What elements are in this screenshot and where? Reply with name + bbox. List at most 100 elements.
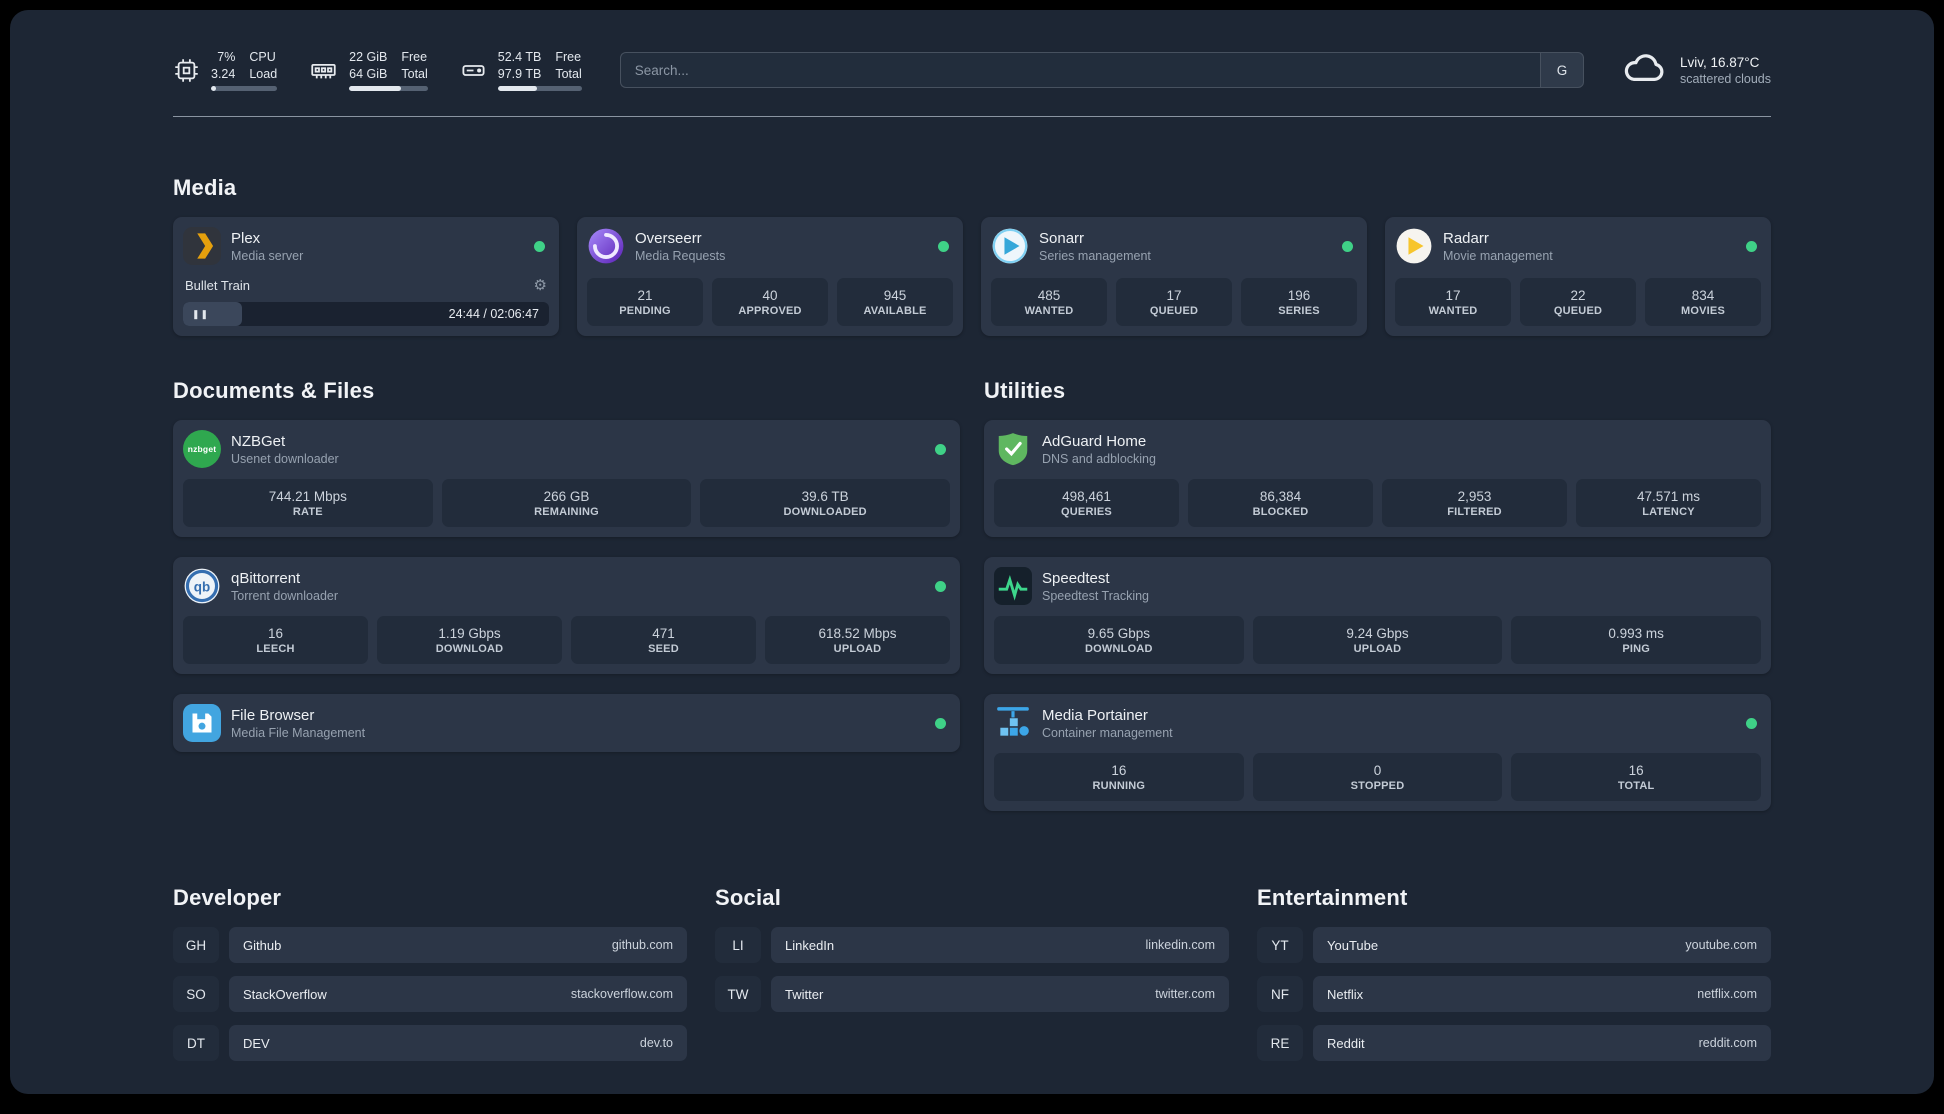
service-desc: Movie management — [1443, 248, 1553, 263]
section-title-social: Social — [715, 885, 782, 910]
stat-approved: 40 APPROVED — [712, 278, 828, 326]
stat-download: 1.19 Gbps DOWNLOAD — [377, 616, 562, 664]
stat-label: SERIES — [1278, 304, 1320, 317]
disk-progress — [497, 86, 582, 92]
stat-label: RATE — [292, 505, 323, 518]
stat-running: 16 RUNNING — [994, 753, 1244, 801]
section-developer: Developer GH Github github.com SO StackO… — [173, 885, 687, 1061]
memory-total-label: Total — [401, 66, 428, 81]
bookmark-stackoverflow[interactable]: SO StackOverflow stackoverflow.com — [173, 976, 687, 1012]
card-plex: Plex Media server Bullet Train ⚙ ❚❚ 24:4… — [173, 217, 559, 336]
stat-ping: 0.993 ms PING — [1511, 616, 1761, 664]
stat-value: 618.52 Mbps — [818, 625, 897, 641]
stat-value: 2,953 — [1457, 488, 1492, 504]
memory-icon — [309, 57, 338, 84]
player-progress-bar[interactable]: ❚❚ 24:44 / 02:06:47 — [183, 302, 549, 326]
card-adguard: AdGuard Home DNS and adblocking 498,461 … — [984, 420, 1771, 537]
bookmark-netflix[interactable]: NF Netflix netflix.com — [1257, 976, 1771, 1012]
pause-icon[interactable]: ❚❚ — [192, 309, 209, 320]
disk-free-value: 52.4 TB — [497, 49, 542, 64]
bookmark-abbr: LI — [715, 927, 761, 963]
card-nzbget: nzbget NZBGet Usenet downloader 744.21 M… — [173, 420, 960, 537]
status-dot — [1746, 717, 1757, 729]
status-dot — [534, 240, 545, 252]
stat-label: STOPPED — [1350, 779, 1405, 792]
service-adguard[interactable]: AdGuard Home DNS and adblocking — [994, 430, 1761, 468]
bookmark-twitter[interactable]: TW Twitter twitter.com — [715, 976, 1229, 1012]
stat-filtered: 2,953 FILTERED — [1382, 479, 1567, 527]
stat-value: 744.21 Mbps — [268, 488, 347, 504]
service-speedtest[interactable]: Speedtest Speedtest Tracking — [994, 567, 1761, 605]
bookmark-youtube[interactable]: YT YouTube youtube.com — [1257, 927, 1771, 963]
stat-value: 17 — [1445, 287, 1461, 303]
service-overseerr[interactable]: Overseerr Media Requests — [587, 227, 953, 265]
stat-label: WANTED — [1024, 304, 1074, 317]
search-input[interactable] — [619, 52, 1540, 88]
section-title-entertainment: Entertainment — [1257, 885, 1408, 910]
section-documents: Documents & Files nzbget NZBGet Usenet d… — [173, 378, 960, 752]
bookmark-name: StackOverflow — [243, 986, 327, 1002]
stat-value: 945 — [883, 287, 907, 303]
bookmark-abbr: DT — [173, 1025, 219, 1061]
service-portainer[interactable]: Media Portainer Container management — [994, 704, 1761, 742]
stat-value: 9.65 Gbps — [1087, 625, 1150, 641]
weather-widget[interactable]: Lviv, 16.87°C scattered clouds — [1622, 51, 1771, 90]
bookmark-url: linkedin.com — [1145, 938, 1215, 952]
stat-label: DOWNLOAD — [1085, 642, 1153, 655]
service-radarr[interactable]: Radarr Movie management — [1395, 227, 1761, 265]
service-desc: DNS and adblocking — [1042, 451, 1156, 466]
service-name: AdGuard Home — [1042, 432, 1147, 450]
stat-label: LATENCY — [1642, 505, 1695, 518]
resource-cpu: 7% 3.24 CPU Load — [173, 49, 278, 92]
stat-value: 86,384 — [1259, 488, 1302, 504]
adguard-shield-icon — [994, 430, 1032, 468]
stat-value: 0 — [1373, 762, 1382, 778]
filebrowser-icon — [183, 704, 221, 742]
bookmark-linkedin[interactable]: LI LinkedIn linkedin.com — [715, 927, 1229, 963]
memory-total-value: 64 GiB — [349, 66, 388, 81]
service-nzbget[interactable]: nzbget NZBGet Usenet downloader — [183, 430, 950, 468]
service-name: Media Portainer — [1042, 706, 1148, 724]
cpu-icon — [173, 57, 200, 84]
bookmark-dev[interactable]: DT DEV dev.to — [173, 1025, 687, 1061]
service-desc: Speedtest Tracking — [1042, 588, 1150, 603]
stat-label: APPROVED — [738, 304, 802, 317]
search-provider-button[interactable]: G — [1539, 52, 1584, 88]
stat-value: 9.24 Gbps — [1346, 625, 1409, 641]
service-desc: Torrent downloader — [231, 588, 339, 603]
stat-rate: 744.21 Mbps RATE — [183, 479, 433, 527]
bookmark-reddit[interactable]: RE Reddit reddit.com — [1257, 1025, 1771, 1061]
stat-queued: 17 QUEUED — [1116, 278, 1232, 326]
bookmark-abbr: RE — [1257, 1025, 1303, 1061]
service-sonarr[interactable]: Sonarr Series management — [991, 227, 1357, 265]
service-qbittorrent[interactable]: qb qBittorrent Torrent downloader — [183, 567, 950, 605]
nzbget-icon: nzbget — [183, 430, 221, 468]
service-desc: Media server — [231, 248, 304, 263]
resource-widgets: 7% 3.24 CPU Load 22 GiB 64 GiB Free Tota… — [173, 49, 582, 92]
stat-label: PING — [1622, 642, 1651, 655]
resource-memory: 22 GiB 64 GiB Free Total — [309, 49, 428, 92]
status-dot — [938, 240, 949, 252]
section-title-developer: Developer — [173, 885, 282, 910]
stat-value: 196 — [1287, 287, 1311, 303]
bookmark-url: youtube.com — [1685, 938, 1757, 952]
player-time: 24:44 / 02:06:47 — [448, 307, 539, 321]
stat-value: 0.993 ms — [1608, 625, 1664, 641]
bookmark-github[interactable]: GH Github github.com — [173, 927, 687, 963]
service-filebrowser[interactable]: File Browser Media File Management — [183, 704, 950, 742]
card-speedtest: Speedtest Speedtest Tracking 9.65 Gbps D… — [984, 557, 1771, 674]
bookmark-url: github.com — [611, 938, 673, 952]
cloud-icon — [1622, 51, 1668, 90]
stat-remaining: 266 GB REMAINING — [441, 479, 692, 527]
disk-icon — [460, 57, 487, 84]
bookmark-abbr: SO — [173, 976, 219, 1012]
stat-label: TOTAL — [1617, 779, 1655, 792]
stat-upload: 9.24 Gbps UPLOAD — [1252, 616, 1503, 664]
stat-value: 47.571 ms — [1636, 488, 1701, 504]
stat-series: 196 SERIES — [1241, 278, 1357, 326]
status-dot — [935, 717, 946, 729]
gear-icon[interactable]: ⚙ — [534, 276, 547, 294]
service-plex[interactable]: Plex Media server — [183, 227, 549, 265]
bookmark-name: DEV — [243, 1035, 270, 1051]
qbittorrent-icon: qb — [183, 567, 221, 605]
